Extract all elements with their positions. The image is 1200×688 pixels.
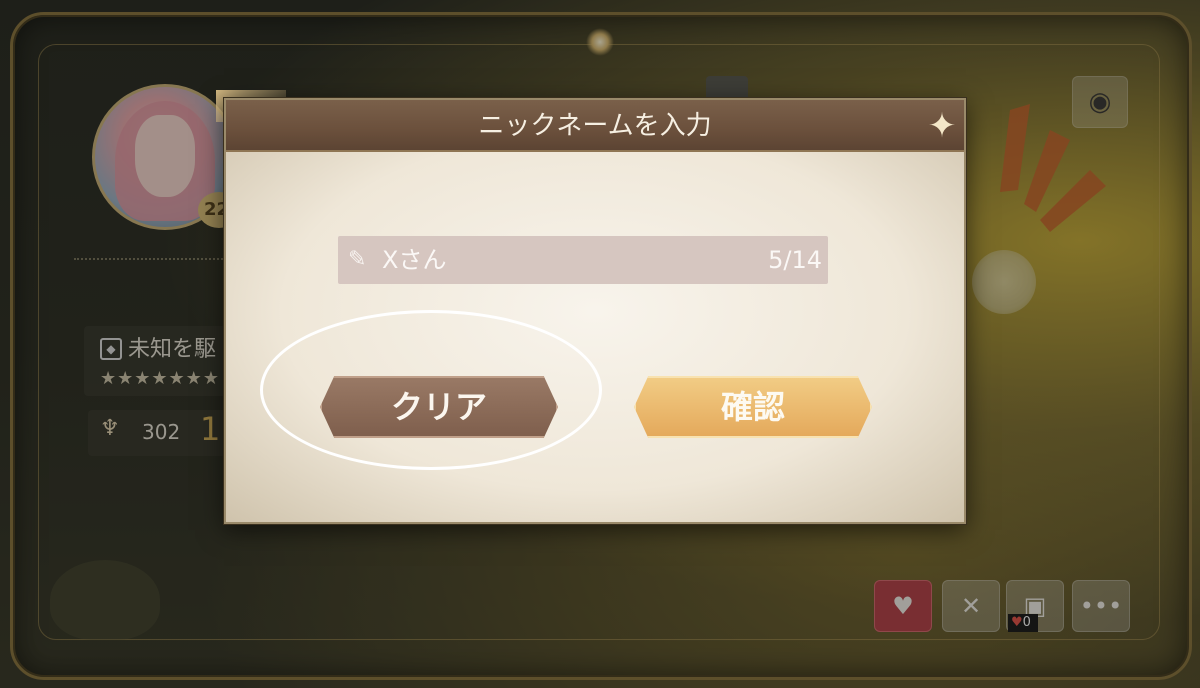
nickname-value: Xさん bbox=[382, 246, 447, 274]
dialog-title: ニックネームを入力 bbox=[478, 111, 712, 141]
highlight-annotation-circle bbox=[260, 310, 602, 470]
sparkle-ornament-icon: ✦ bbox=[927, 106, 957, 146]
nickname-input[interactable]: ✎ Xさん 5/14 bbox=[338, 236, 828, 284]
character-counter: 5/14 bbox=[768, 246, 822, 274]
nickname-dialog: ニックネームを入力 ✦ ✎ Xさん 5/14 クリア 確認 bbox=[224, 98, 966, 524]
pencil-icon: ✎ bbox=[348, 247, 367, 272]
confirm-button[interactable]: 確認 bbox=[634, 376, 872, 438]
